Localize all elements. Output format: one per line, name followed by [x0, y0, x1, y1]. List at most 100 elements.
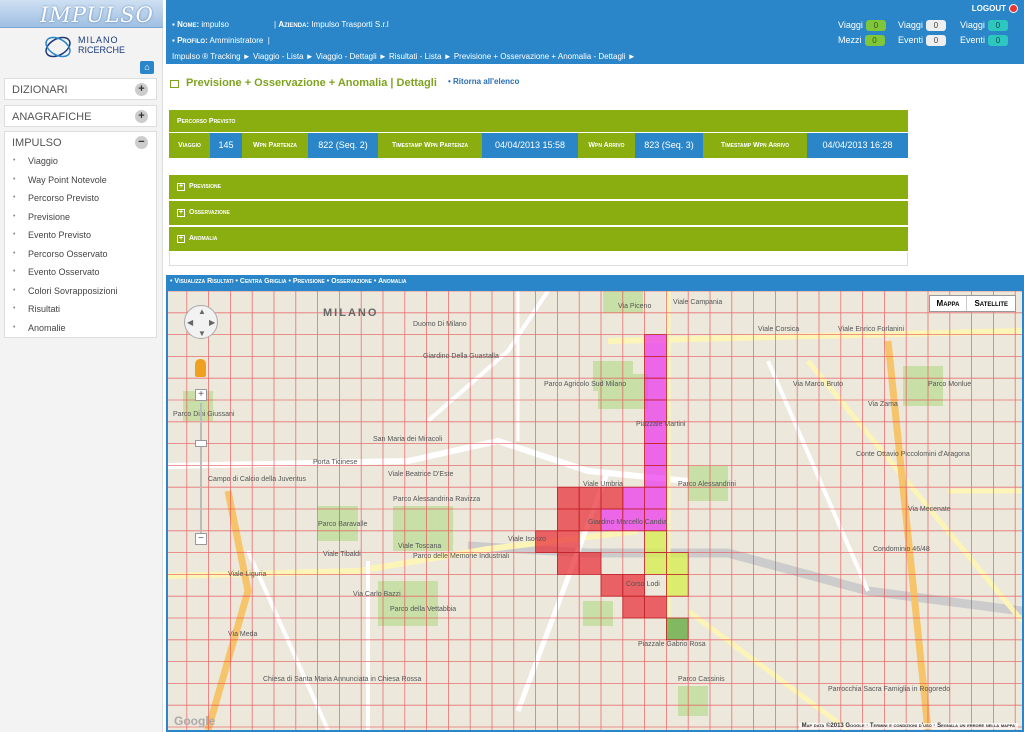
map-type-mappa[interactable]: Mappa [930, 296, 968, 311]
expand-icon[interactable]: + [177, 209, 185, 217]
info-value-ts-arrivo: 04/04/2013 16:28 [807, 133, 908, 158]
grid-cell-red [600, 573, 624, 597]
profilo-field: ▪ Profilo: Amministratore | [172, 36, 270, 45]
grid-cell-magenta [644, 356, 667, 379]
map-label: Conte Ottavio Piccolomini d'Aragona [856, 451, 970, 458]
sidebar: IMPULSO MILANO RICERCHE ⌂ DIZIONARI + ANA… [0, 0, 163, 732]
sidebar-item-way-point[interactable]: Way Point Notevole [5, 171, 156, 190]
accordion-previsione[interactable]: + Previsione [169, 175, 908, 199]
map-label: Viale Beatrice D'Este [388, 471, 454, 478]
accordion-anomalia[interactable]: + Anomalia [169, 227, 908, 251]
expand-icon[interactable]: + [135, 110, 148, 123]
toolbar-centra-griglia[interactable]: Centra Griglia [240, 278, 287, 285]
grid-cell-magenta [644, 486, 667, 510]
accordion-osservazione[interactable]: + Osservazione [169, 201, 908, 225]
nome-field: ▪ Nome: impulso [172, 20, 229, 29]
sidebar-item-viaggio[interactable]: Viaggio [5, 152, 156, 171]
pan-up-icon[interactable]: ▲ [198, 307, 206, 316]
sidebar-item-colori[interactable]: Colori Sovrapposizioni [5, 282, 156, 301]
toolbar-anomalia[interactable]: Anomalia [378, 278, 406, 285]
map-label: Parco Cassinis [678, 676, 725, 683]
counter-mezzi[interactable]: Mezzi 0 [838, 35, 885, 47]
sidebar-item-percorso-previsto[interactable]: Percorso Previsto [5, 189, 156, 208]
map-label: Via Marco Bruto [793, 381, 844, 388]
counter-eventi-1[interactable]: Eventi 0 [898, 35, 947, 47]
grid-cell-red [556, 552, 580, 575]
back-link[interactable]: • Ritorna all'elenco [448, 77, 519, 86]
map-label: Parco Baravalle [318, 521, 368, 528]
counter-viaggi-3[interactable]: Viaggi 0 [960, 20, 1008, 32]
grid-cell-red [556, 508, 580, 532]
sidebar-item-percorso-osservato[interactable]: Percorso Osservato [5, 245, 156, 264]
counter-eventi-2[interactable]: Eventi 0 [960, 35, 1009, 47]
counter-viaggi-2[interactable]: Viaggi 0 [898, 20, 946, 32]
map-label: Via Mecenate [908, 506, 951, 513]
collapse-icon[interactable]: − [135, 136, 148, 149]
page-title: Previsione + Osservazione + Anomalia | D… [186, 77, 437, 89]
map-label: Piazzale Gabrio Rosa [638, 641, 706, 648]
map-label: Via Zama [868, 401, 898, 408]
map-label: Condominio 46/48 [873, 546, 930, 553]
azienda-field: | Azienda: Impulso Trasporti S.r.l [274, 20, 389, 29]
toolbar-visualizza-risultati[interactable]: Visualizza Risultati [174, 278, 233, 285]
map-label: Via Carlo Bazzi [353, 591, 401, 598]
info-label-ts-arrivo: Timestamp Wpn Arrivo [703, 133, 807, 158]
home-icon[interactable]: ⌂ [140, 61, 154, 74]
map-label: Duomo Di Milano [413, 321, 467, 328]
toolbar-previsione[interactable]: Previsione [293, 278, 325, 285]
milano-ricerche-logo: MILANO RICERCHE [40, 29, 140, 63]
map-label: Giardino Marcello Candia [588, 519, 667, 526]
sidebar-item-previsione[interactable]: Previsione [5, 208, 156, 227]
map-type-satellite[interactable]: Satellite [967, 296, 1015, 311]
map-canvas[interactable]: MILANO Duomo Di Milano Giardino Della Gu… [168, 291, 1022, 730]
expand-icon[interactable]: + [177, 183, 185, 191]
map-label: Parco Monlue [928, 381, 972, 388]
map-label: Parrocchia Sacra Famiglia in Rogoredo [828, 686, 951, 693]
pan-right-icon[interactable]: ▶ [209, 318, 215, 327]
zoom-out-button[interactable]: − [195, 533, 207, 545]
zoom-in-button[interactable]: + [195, 389, 207, 401]
pan-left-icon[interactable]: ◀ [187, 318, 193, 327]
map-label: Parco Alessandrina Ravizza [393, 496, 481, 503]
grid-cell-red [556, 486, 580, 510]
sidebar-item-risultati[interactable]: Risultati [5, 300, 156, 319]
info-value-viaggio: 145 [210, 133, 242, 158]
map-label: MILANO [323, 307, 379, 319]
pan-control[interactable]: ▲ ▼ ◀ ▶ [184, 305, 218, 339]
map-toolbar: • Visualizza Risultati • Centra Griglia … [170, 278, 407, 285]
map-label: Porta Ticinese [313, 459, 358, 466]
info-value-wpn-partenza: 822 (Seq. 2) [308, 133, 378, 158]
map-label: Viale Campania [673, 299, 723, 306]
zoom-slider-handle[interactable] [195, 440, 207, 447]
menu-dizionari[interactable]: DIZIONARI + [4, 78, 157, 100]
expand-icon[interactable]: + [177, 235, 185, 243]
pegman-icon[interactable] [195, 359, 206, 377]
power-icon[interactable] [1009, 4, 1018, 13]
menu-impulso[interactable]: IMPULSO − [4, 131, 157, 153]
map-label: Viale Corsica [758, 326, 800, 333]
collapse-icon[interactable] [170, 80, 179, 88]
menu-anagrafiche[interactable]: ANAGRAFICHE + [4, 105, 157, 127]
map-label: Parco Agricolo Sud Milano [544, 381, 627, 388]
sidebar-item-evento-previsto[interactable]: Evento Previsto [5, 226, 156, 245]
sidebar-item-anomalie[interactable]: Anomalie [5, 319, 156, 338]
map-credit[interactable]: Map data ©2013 Google · Termini e condiz… [798, 723, 1018, 729]
grid-cell-magenta [644, 464, 667, 488]
trip-info-row: Viaggio 145 Wpn Partenza 822 (Seq. 2) Ti… [169, 133, 908, 158]
pan-down-icon[interactable]: ▼ [198, 329, 206, 338]
logout-button[interactable]: LOGOUT [972, 4, 1006, 13]
toolbar-osservazione[interactable]: Osservazione [331, 278, 372, 285]
grid-cell-yellow [644, 530, 667, 554]
top-header: ▪ Nome: impulso | Azienda: Impulso Trasp… [166, 0, 1024, 50]
counter-viaggi-1[interactable]: Viaggi 0 [838, 20, 886, 32]
map-panel: • Visualizza Risultati • Centra Griglia … [166, 275, 1024, 732]
expand-icon[interactable]: + [135, 83, 148, 96]
zoom-slider-track[interactable] [200, 403, 202, 533]
impulso-submenu: Viaggio Way Point Notevole Percorso Prev… [4, 152, 157, 338]
grid-cell-red [644, 595, 667, 619]
map-label: Parco della Vettabbia [390, 606, 457, 613]
grid-cell-magenta [644, 399, 667, 423]
breadcrumb[interactable]: Impulso ® Tracking ► Viaggio - Lista ► V… [166, 50, 1024, 64]
sidebar-item-evento-osservato[interactable]: Evento Osservato [5, 263, 156, 282]
grid-cell-red [622, 595, 645, 619]
